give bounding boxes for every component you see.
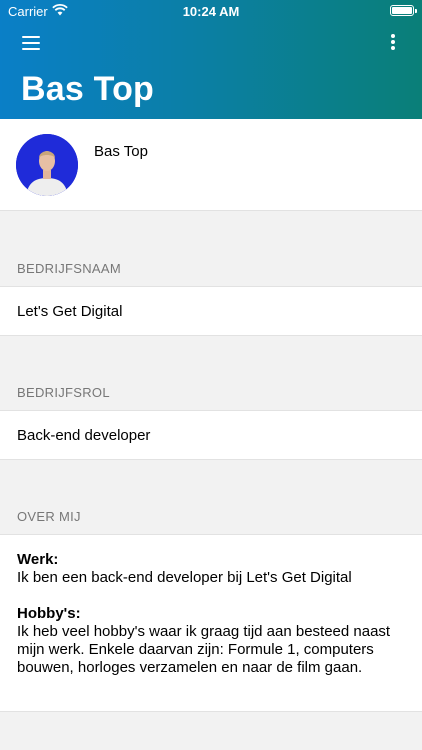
page-title: Bas Top [21, 70, 155, 108]
avatar [16, 134, 78, 196]
profile-card: Bas Top [0, 119, 422, 211]
work-heading: Werk: [17, 551, 59, 568]
more-vertical-icon[interactable] [390, 34, 396, 52]
app-header: Carrier 10:24 AM Bas Top [0, 0, 422, 119]
section-label-role: BEDRIJFSROL [17, 385, 110, 400]
battery-icon [390, 5, 417, 16]
company-name: Let's Get Digital [17, 303, 123, 320]
clock: 10:24 AM [182, 4, 240, 19]
hamburger-menu-icon[interactable] [22, 36, 40, 50]
section-label-about: OVER MIJ [17, 509, 81, 524]
about-card: Werk: Ik ben een back-end developer bij … [0, 534, 422, 712]
work-text: Ik ben een back-end developer bij Let's … [17, 569, 352, 586]
profile-name: Bas Top [94, 143, 148, 160]
company-row: Let's Get Digital [0, 286, 422, 336]
role-name: Back-end developer [17, 427, 151, 444]
role-row: Back-end developer [0, 410, 422, 460]
hobby-heading: Hobby's: [17, 605, 81, 622]
status-bar: Carrier 10:24 AM [0, 0, 422, 22]
section-label-company: BEDRIJFSNAAM [17, 261, 122, 276]
hobby-text: Ik heb veel hobby's waar ik graag tijd a… [17, 623, 391, 676]
